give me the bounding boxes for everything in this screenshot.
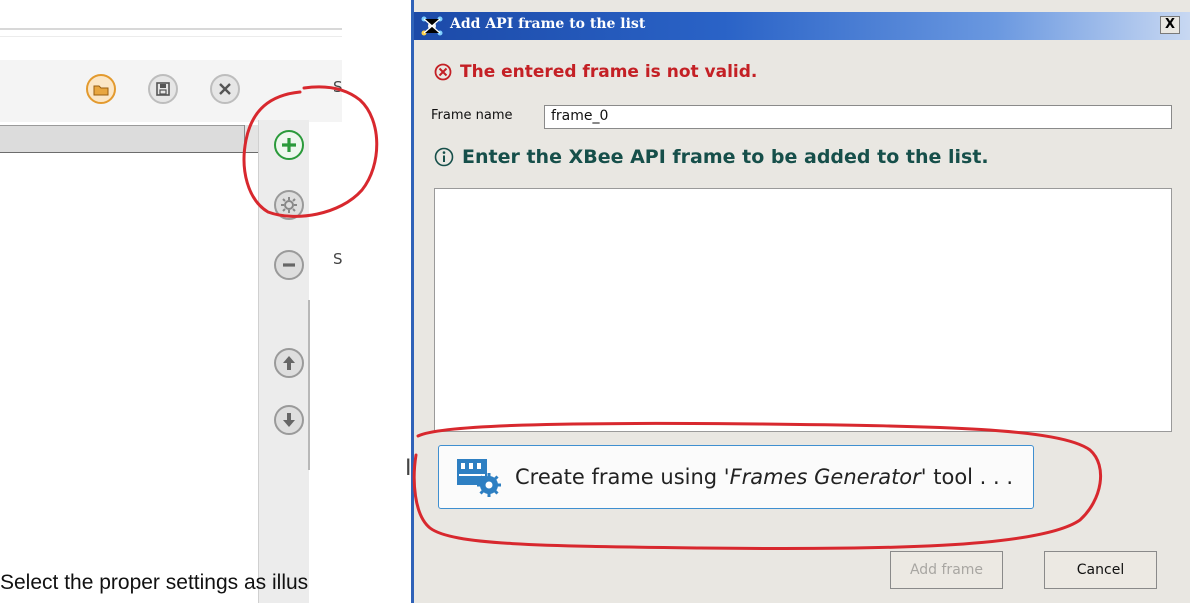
dialog-title: Add API frame to the list	[450, 16, 646, 32]
add-api-frame-dialog: Add API frame to the list X The entered …	[411, 0, 1190, 603]
error-message-row: The entered frame is not valid.	[434, 62, 757, 82]
edit-frame-button[interactable]	[274, 190, 304, 220]
close-circle-icon	[219, 83, 231, 95]
open-folder-icon	[93, 85, 109, 96]
remove-icon	[283, 263, 295, 267]
error-message: The entered frame is not valid.	[460, 62, 758, 82]
move-down-icon	[283, 413, 295, 427]
move-up-button[interactable]	[274, 348, 304, 378]
open-folder-button[interactable]	[86, 74, 116, 104]
move-down-button[interactable]	[274, 405, 304, 435]
panel-top-border	[0, 28, 342, 30]
move-up-icon	[283, 356, 295, 370]
close-list-button[interactable]	[210, 74, 240, 104]
xbee-network-icon	[421, 16, 443, 36]
truncated-text-glyph: S	[333, 250, 343, 268]
save-button[interactable]	[148, 74, 178, 104]
add-frame-button[interactable]: Add frame	[890, 551, 1003, 589]
frames-generator-icon	[457, 459, 501, 497]
save-icon	[156, 82, 170, 96]
frame-content-textarea[interactable]	[434, 188, 1172, 432]
frames-list-header	[0, 125, 258, 153]
add-frame-list-button[interactable]	[274, 130, 304, 160]
info-message: Enter the XBee API frame to be added to …	[462, 146, 989, 168]
frames-generator-button[interactable]: Create frame using 'Frames Generator' to…	[438, 445, 1034, 509]
error-icon	[434, 63, 452, 81]
panel-top-border-inner	[0, 36, 342, 37]
frame-name-label: Frame name	[431, 108, 513, 123]
dialog-close-button[interactable]: X	[1160, 16, 1180, 34]
cancel-button[interactable]: Cancel	[1044, 551, 1157, 589]
truncated-text-glyph: S	[333, 78, 343, 96]
frames-generator-label: Create frame using 'Frames Generator' to…	[515, 465, 1014, 489]
side-toolbar-divider	[308, 300, 310, 470]
info-icon	[434, 147, 454, 167]
dialog-titlebar: Add API frame to the list X	[414, 12, 1190, 40]
instruction-caption: Select the proper settings as illus	[0, 571, 309, 594]
frame-name-input[interactable]: frame_0	[544, 105, 1172, 129]
settings-gear-icon	[281, 197, 297, 213]
info-message-row: Enter the XBee API frame to be added to …	[434, 146, 989, 168]
frames-list-header-edge	[244, 125, 258, 153]
add-icon	[282, 138, 296, 152]
remove-frame-button[interactable]	[274, 250, 304, 280]
